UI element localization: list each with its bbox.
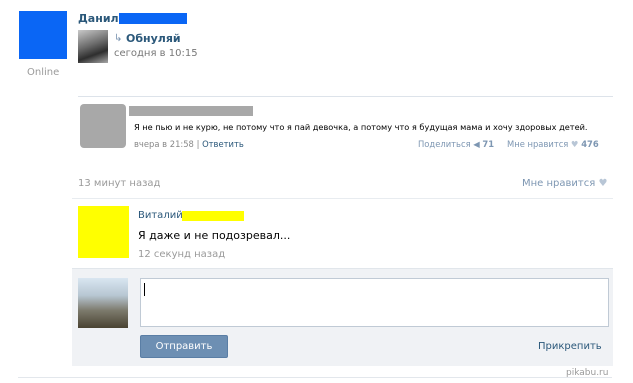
quote-share-count: 71 <box>482 139 495 149</box>
quote-like-count: 476 <box>581 139 599 149</box>
author-name-link[interactable]: Данил <box>78 12 119 25</box>
post-like-label: Мне нравится <box>522 178 596 189</box>
comment-time[interactable]: 12 секунд назад <box>138 249 225 260</box>
quote-separator: | <box>196 139 200 149</box>
send-button[interactable]: Отправить <box>140 335 228 358</box>
online-status: Online <box>27 67 60 78</box>
text-caret <box>144 283 145 296</box>
repost-time[interactable]: сегодня в 10:15 <box>114 48 198 59</box>
heart-icon: ♥ <box>598 178 608 189</box>
reply-user-avatar[interactable] <box>78 278 128 328</box>
quote-date: вчера в 21:58 <box>134 139 194 149</box>
quote-reply-link[interactable]: Ответить <box>202 139 244 149</box>
attach-link[interactable]: Прикрепить <box>538 341 602 352</box>
quote-share[interactable]: Поделиться ◀ 71 <box>418 139 494 149</box>
repost-source-link[interactable]: Обнуляй <box>126 32 181 45</box>
quote-like-label: Мне нравится <box>507 139 569 149</box>
comment-avatar[interactable] <box>78 206 129 258</box>
author-avatar[interactable] <box>19 11 67 59</box>
quote-meta: вчера в 21:58 | Ответить <box>134 139 244 149</box>
comment-text: Я даже и не подозревал... <box>138 229 291 242</box>
censor-bar-gray <box>129 106 253 116</box>
post-time-ago[interactable]: 13 минут назад <box>78 178 160 189</box>
comment-author-link[interactable]: Виталий <box>138 210 183 221</box>
post-like-button[interactable]: Мне нравится ♥ <box>522 178 607 189</box>
quote-divider <box>78 96 613 97</box>
reply-input[interactable] <box>140 278 609 327</box>
quote-like[interactable]: Мне нравится ♥ 476 <box>507 139 599 149</box>
censor-bar-yellow <box>182 211 244 221</box>
quote-share-label: Поделиться <box>418 139 471 149</box>
watermark: pikabu.ru <box>566 368 609 378</box>
censor-bar-blue <box>119 13 187 24</box>
heart-icon: ♥ <box>571 139 579 149</box>
megaphone-icon: ◀ <box>473 139 480 149</box>
quote-avatar <box>80 104 126 148</box>
repost-thumbnail[interactable] <box>78 30 108 63</box>
comments-divider <box>72 198 613 199</box>
quote-text: Я не пью и не курю, не потому что я пай … <box>134 122 588 132</box>
bottom-divider <box>18 377 612 378</box>
repost-arrow-icon: ↳ <box>114 33 123 44</box>
